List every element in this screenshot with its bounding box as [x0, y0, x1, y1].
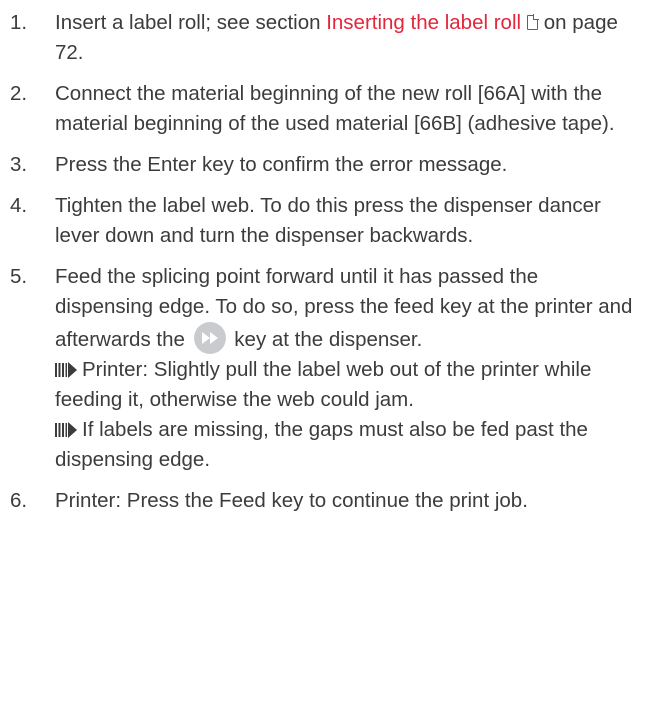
- result-arrow-icon: [55, 355, 77, 385]
- step-6: 6. Printer: Press the Feed key to contin…: [10, 486, 641, 516]
- step-number: 5.: [10, 265, 28, 288]
- step-body: Press the Enter key to confirm the error…: [55, 150, 641, 180]
- document-icon[interactable]: [527, 14, 540, 30]
- result-note: If labels are missing, the gaps must als…: [55, 415, 641, 475]
- step-text: Insert a label roll; see section Inserti…: [55, 8, 641, 68]
- step-text: Connect the material beginning of the ne…: [55, 82, 615, 135]
- step-body: Connect the material beginning of the ne…: [55, 79, 641, 139]
- step-number: 6.: [10, 489, 28, 512]
- step-1: 1. Insert a label roll; see section Inse…: [10, 8, 641, 68]
- step-number: 3.: [10, 153, 28, 176]
- step-number: 2.: [10, 82, 28, 105]
- instruction-page: 1. Insert a label roll; see section Inse…: [0, 0, 651, 516]
- step-5: 5. Feed the splicing point forward until…: [10, 262, 641, 475]
- step-number: 4.: [10, 194, 28, 217]
- result-arrow-icon: [55, 415, 77, 445]
- result-note: Printer: Slightly pull the label web out…: [55, 355, 641, 415]
- step-text-part: Insert a label roll; see section: [55, 11, 327, 34]
- step-text: Printer: Press the Feed key to continue …: [55, 489, 528, 512]
- step-3: 3. Press the Enter key to confirm the er…: [10, 150, 641, 180]
- note-text: Printer: Slightly pull the label web out…: [55, 358, 592, 411]
- instruction-steps: 1. Insert a label roll; see section Inse…: [10, 8, 641, 516]
- step-body: Tighten the label web. To do this press …: [55, 191, 641, 251]
- step-text: Feed the splicing point forward until it…: [55, 262, 641, 355]
- step-body: Feed the splicing point forward until it…: [55, 262, 641, 475]
- link-label[interactable]: Inserting the label roll: [326, 11, 521, 34]
- step-4: 4. Tighten the label web. To do this pre…: [10, 191, 641, 251]
- step-2: 2. Connect the material beginning of the…: [10, 79, 641, 139]
- step-text: Press the Enter key to confirm the error…: [55, 153, 508, 176]
- step-body: Printer: Press the Feed key to continue …: [55, 486, 641, 516]
- step-text-part: key at the dis­penser.: [228, 328, 423, 351]
- step-number: 1.: [10, 11, 28, 34]
- step-text: Tighten the label web. To do this press …: [55, 194, 601, 247]
- fast-forward-key-icon: [193, 322, 226, 354]
- inserting-label-roll-link[interactable]: Inserting the label roll: [326, 11, 540, 34]
- note-text: If labels are missing, the gaps must als…: [55, 418, 588, 471]
